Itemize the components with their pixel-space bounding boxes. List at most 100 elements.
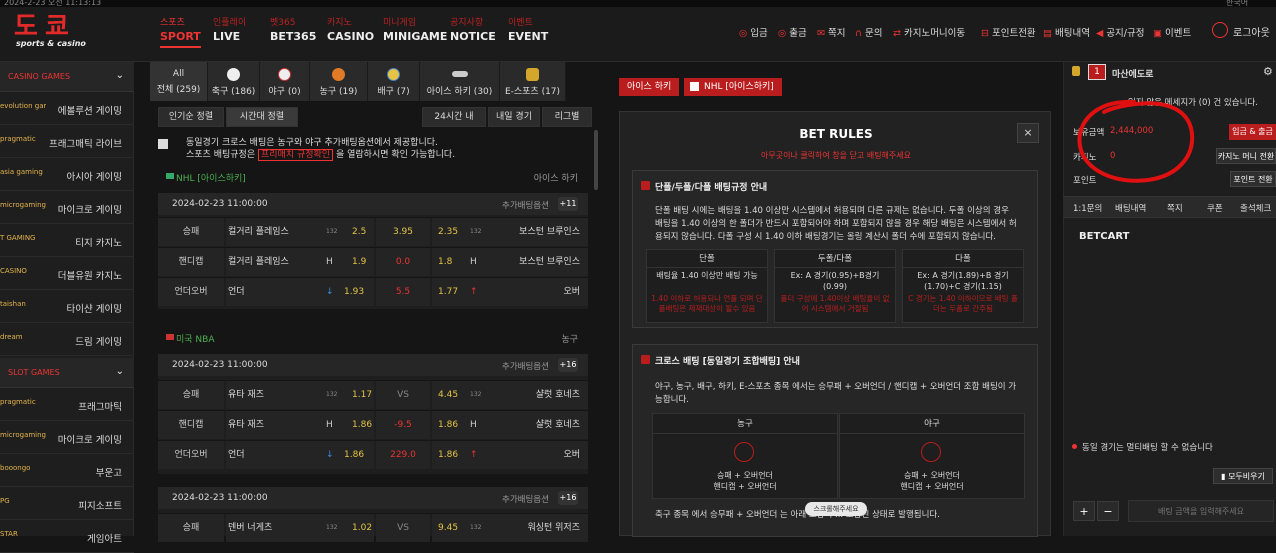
- sport-filter-button[interactable]: 아이스 하키: [619, 78, 680, 96]
- clear-all-button[interactable]: ▮ 모두비우기: [1213, 468, 1273, 484]
- more-options-button[interactable]: +16: [558, 358, 578, 372]
- under-odds-button[interactable]: 언더 ↓ 1.86: [226, 441, 374, 469]
- link-casino-money[interactable]: ⇄ 카지노머니이동: [893, 25, 965, 39]
- sidebar-item[interactable]: booongo 부운고: [0, 454, 134, 487]
- gear-icon[interactable]: ⚙: [1263, 65, 1273, 78]
- sidebar-item[interactable]: pragmatic 프래그매틱 라이브: [0, 125, 134, 158]
- filter-24h-button[interactable]: 24시간 내: [422, 107, 486, 127]
- link-deposit[interactable]: ◎ 입금: [739, 25, 768, 39]
- handicap-value: 0.0: [376, 248, 430, 276]
- filter-league-button[interactable]: 리그별: [542, 107, 592, 127]
- home-odds-button[interactable]: 컬거리 플레임스 H 1.9: [226, 248, 374, 276]
- gift-icon: ▣: [1153, 28, 1162, 39]
- nav-bet365[interactable]: 벳365 BET365: [270, 18, 316, 44]
- casino-games-header[interactable]: CASINO GAMES ⌄: [0, 62, 134, 92]
- tab-messages[interactable]: 쪽지: [1167, 202, 1183, 214]
- home-odds-button[interactable]: 유타 재즈 132 1.17: [226, 381, 374, 409]
- vs-label: VS: [376, 381, 430, 409]
- link-inquiry[interactable]: ∩ 문의: [855, 25, 882, 39]
- tab-all[interactable]: All 전체 (259): [150, 62, 208, 101]
- home-odds-button[interactable]: 덴버 너게츠 132 1.02: [226, 514, 374, 542]
- chevron-down-icon: ⌄: [115, 366, 124, 377]
- sidebar-item[interactable]: microgaming 마이크로 게이밍: [0, 421, 134, 454]
- prematch-rules-link[interactable]: 프리매치 규정확인: [257, 149, 334, 161]
- link-point-convert[interactable]: ⊟ 포인트전환: [981, 25, 1036, 39]
- league-filter-button[interactable]: NHL [아이스하키]: [684, 78, 782, 96]
- tab-inquiry[interactable]: 1:1문의: [1073, 202, 1102, 214]
- nav-minigame[interactable]: 미니게임 MINIGAME: [383, 18, 447, 44]
- tab-basketball[interactable]: 농구 (19): [310, 62, 368, 101]
- betcart-title: BETCART: [1079, 231, 1130, 242]
- away-odds-button[interactable]: 2.35 132 보스턴 브루인스: [432, 218, 588, 246]
- language-select[interactable]: 한국어: [1226, 0, 1248, 8]
- nav-event[interactable]: 이벤트 EVENT: [508, 18, 548, 44]
- plus-button[interactable]: +: [1073, 501, 1095, 521]
- over-odds-button[interactable]: 1.77 ↑ 오버: [432, 278, 588, 306]
- bet-amount-input[interactable]: [1128, 500, 1274, 522]
- tab-bet-history[interactable]: 배팅내역: [1115, 202, 1146, 214]
- sidebar-item[interactable]: taishan 타이샨 게이밍: [0, 290, 134, 323]
- logo[interactable]: 도 쿄 sports & casino: [14, 13, 94, 49]
- warning-dot-icon: [1072, 444, 1077, 449]
- single-multi-rules-box: 단폴/두폴/다폴 배팅규정 안내 단폴 배팅 시에는 배팅을 1.40 이상만 …: [632, 170, 1038, 328]
- sidebar-item[interactable]: PG 피지소프트: [0, 487, 134, 520]
- sidebar-item[interactable]: T GAMING 티지 카지노: [0, 224, 134, 257]
- sidebar-item[interactable]: asia gaming 아시아 게이밍: [0, 158, 134, 191]
- link-withdraw[interactable]: ◎ 출금: [778, 25, 807, 39]
- under-odds-button[interactable]: 언더 ↓ 1.93: [226, 278, 374, 306]
- close-button[interactable]: ×: [1017, 123, 1039, 143]
- sidebar-item[interactable]: pragmatic 프래그마틱: [0, 388, 134, 421]
- sidebar-item[interactable]: CASINO 더블유원 카지노: [0, 257, 134, 290]
- link-bet-history[interactable]: ▤ 배팅내역: [1043, 25, 1090, 39]
- more-options-button[interactable]: +16: [558, 491, 578, 505]
- away-odds-button[interactable]: 4.45 132 샬럿 호네츠: [432, 381, 588, 409]
- tab-esports[interactable]: E-스포츠 (17): [500, 62, 566, 101]
- point-convert-button[interactable]: 포인트 전환: [1230, 171, 1276, 187]
- tab-attendance[interactable]: 출석체크: [1240, 202, 1271, 214]
- slot-games-header[interactable]: SLOT GAMES ⌄: [0, 358, 134, 388]
- filter-tomorrow-button[interactable]: 내일 경기: [488, 107, 540, 127]
- tab-volleyball[interactable]: 배구 (7): [368, 62, 420, 101]
- nav-live[interactable]: 인플레이 LIVE: [213, 18, 246, 44]
- link-event[interactable]: ▣ 이벤트: [1153, 25, 1191, 39]
- sidebar-item[interactable]: STAR 게임아트: [0, 520, 134, 553]
- casino-money-convert-button[interactable]: 카지노 머니 전환: [1216, 148, 1276, 164]
- nav-notice[interactable]: 공지사항 NOTICE: [450, 18, 496, 44]
- link-message[interactable]: ✉ 쪽지: [817, 25, 845, 39]
- tab-baseball[interactable]: 야구 (0): [260, 62, 310, 101]
- logout-button[interactable]: 로그아웃: [1212, 22, 1272, 40]
- logo-main: 도 쿄: [14, 12, 69, 42]
- bet-rules-modal[interactable]: BET RULES 아무곳이나 클릭하여 창을 닫고 배팅해주세요 × 단폴/두…: [619, 111, 1051, 537]
- tab-ice-hockey[interactable]: 아이스 하키 (30): [420, 62, 500, 101]
- sidebar-item[interactable]: microgaming 마이크로 게이밍: [0, 191, 134, 224]
- top-strip: 2024-2-23 오전 11:13:13 한국어: [0, 0, 1276, 7]
- mail-icon: ✉: [817, 28, 825, 39]
- away-odds-button[interactable]: 1.86 H 샬럿 호네츠: [432, 411, 588, 439]
- nav-sport[interactable]: 스포츠 SPORT: [160, 18, 201, 48]
- minus-button[interactable]: −: [1097, 501, 1119, 521]
- home-odds-button[interactable]: 유타 재즈 H 1.86: [226, 411, 374, 439]
- deposit-withdraw-button[interactable]: 입금 & 출금: [1229, 124, 1276, 140]
- draw-odds-button[interactable]: 3.95: [376, 218, 430, 246]
- table-row: 승패 덴버 너게츠 132 1.02 VS 9.45 132 워싱턴 위저즈: [158, 513, 588, 542]
- tab-soccer[interactable]: 축구 (186): [208, 62, 260, 101]
- flag-icon: [166, 334, 174, 340]
- over-odds-button[interactable]: 1.86 ↑ 오버: [432, 441, 588, 469]
- away-odds-button[interactable]: 9.45 132 워싱턴 위저즈: [432, 514, 588, 542]
- nav-casino[interactable]: 카지노 CASINO: [327, 18, 374, 44]
- arrow-down-icon: ↓: [326, 287, 334, 297]
- league-header[interactable]: NHL [아이스하키] 아이스 하키: [158, 167, 588, 187]
- home-odds-button[interactable]: 컬거리 플레임스 132 2.5: [226, 218, 374, 246]
- sidebar-item[interactable]: dream 드림 게이밍: [0, 323, 134, 356]
- list-scrollbar[interactable]: [594, 130, 598, 190]
- more-options-button[interactable]: +11: [558, 197, 578, 211]
- league-header[interactable]: 미국 NBA 농구: [158, 328, 588, 348]
- tab-coupon[interactable]: 쿠폰: [1207, 202, 1223, 214]
- away-odds-button[interactable]: 1.8 H 보스턴 브루인스: [432, 248, 588, 276]
- link-notice-rules[interactable]: ◀ 공지/규정: [1096, 25, 1144, 39]
- sidebar-item[interactable]: evolution gaming에볼루션 게이밍: [0, 92, 134, 125]
- soccer-ball-icon: [227, 68, 240, 81]
- sort-popular-button[interactable]: 인기순 정렬: [158, 107, 224, 127]
- sort-time-button[interactable]: 시간대 정렬: [226, 107, 298, 127]
- list-icon: ▤: [1043, 28, 1052, 39]
